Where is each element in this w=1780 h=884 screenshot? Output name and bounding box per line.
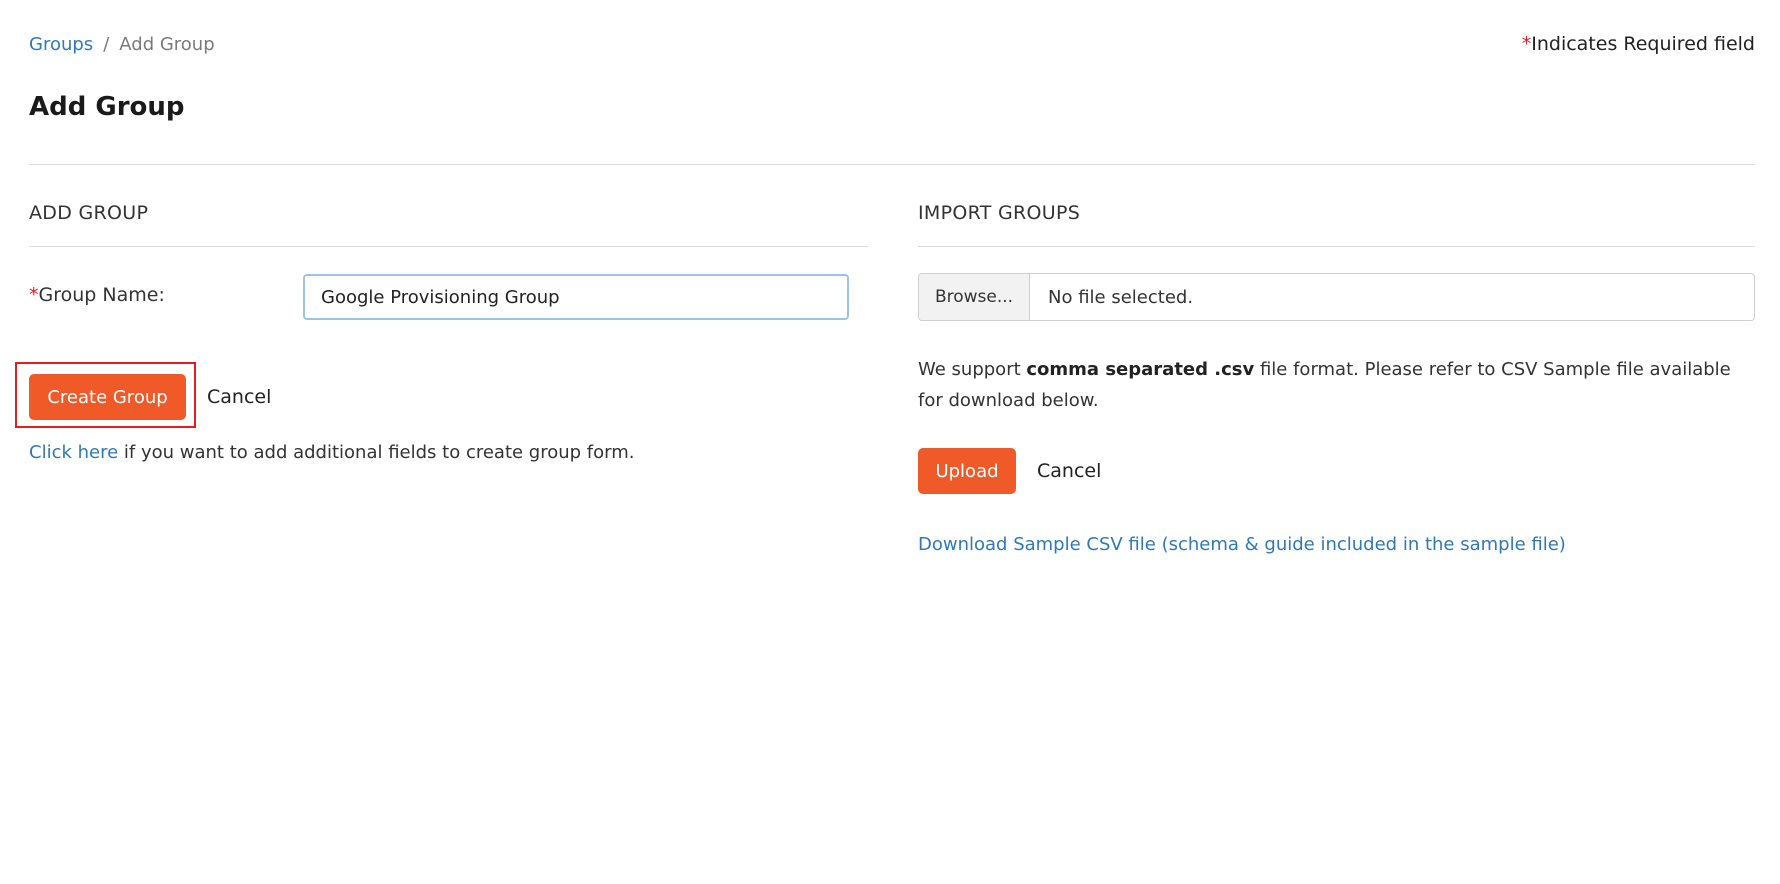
- required-field-note: *Indicates Required field: [1522, 33, 1755, 55]
- required-note-text: Indicates Required field: [1531, 33, 1755, 55]
- download-sample-csv-link[interactable]: Download Sample CSV file (schema & guide…: [918, 534, 1566, 555]
- top-bar: Groups / Add Group *Indicates Required fie…: [29, 30, 1755, 60]
- csv-support-note: We support comma separated .csv file for…: [918, 354, 1755, 416]
- required-asterisk: *: [1521, 33, 1532, 55]
- group-name-label-text: Group Name:: [38, 284, 165, 306]
- create-group-button[interactable]: Create Group: [29, 374, 186, 420]
- breadcrumb-separator: /: [103, 34, 110, 55]
- browse-button[interactable]: Browse...: [919, 274, 1030, 320]
- import-groups-divider: [918, 246, 1755, 247]
- group-name-label: *Group Name:: [29, 284, 165, 306]
- additional-fields-help: Click here if you want to add additional…: [29, 442, 635, 463]
- group-name-required-asterisk: *: [29, 284, 39, 306]
- breadcrumb-groups-link[interactable]: Groups: [29, 34, 93, 55]
- page-title: Add Group: [29, 92, 185, 122]
- header-divider: [29, 164, 1755, 165]
- csv-file-picker[interactable]: Browse... No file selected.: [918, 273, 1755, 321]
- csv-support-format: comma separated .csv: [1026, 359, 1255, 380]
- import-groups-heading: IMPORT GROUPS: [918, 202, 1081, 224]
- breadcrumb-current: Add Group: [119, 34, 215, 55]
- click-here-link[interactable]: Click here: [29, 442, 118, 463]
- breadcrumb: Groups / Add Group: [29, 34, 215, 55]
- add-group-divider: [29, 246, 868, 247]
- file-status-text: No file selected.: [1048, 286, 1194, 308]
- import-groups-section: IMPORT GROUPS Browse... No file selected…: [918, 196, 1755, 576]
- add-group-page: Groups / Add Group *Indicates Required fie…: [15, 0, 1755, 884]
- upload-button[interactable]: Upload: [918, 448, 1016, 494]
- add-group-cancel-button[interactable]: Cancel: [207, 386, 271, 408]
- additional-fields-help-text: if you want to add additional fields to …: [118, 442, 635, 463]
- import-cancel-button[interactable]: Cancel: [1037, 460, 1101, 482]
- add-group-heading: ADD GROUP: [29, 202, 149, 224]
- add-group-section: ADD GROUP *Group Name: Create Group Canc…: [15, 196, 868, 496]
- csv-support-prefix: We support: [918, 359, 1027, 380]
- group-name-input[interactable]: [303, 274, 849, 320]
